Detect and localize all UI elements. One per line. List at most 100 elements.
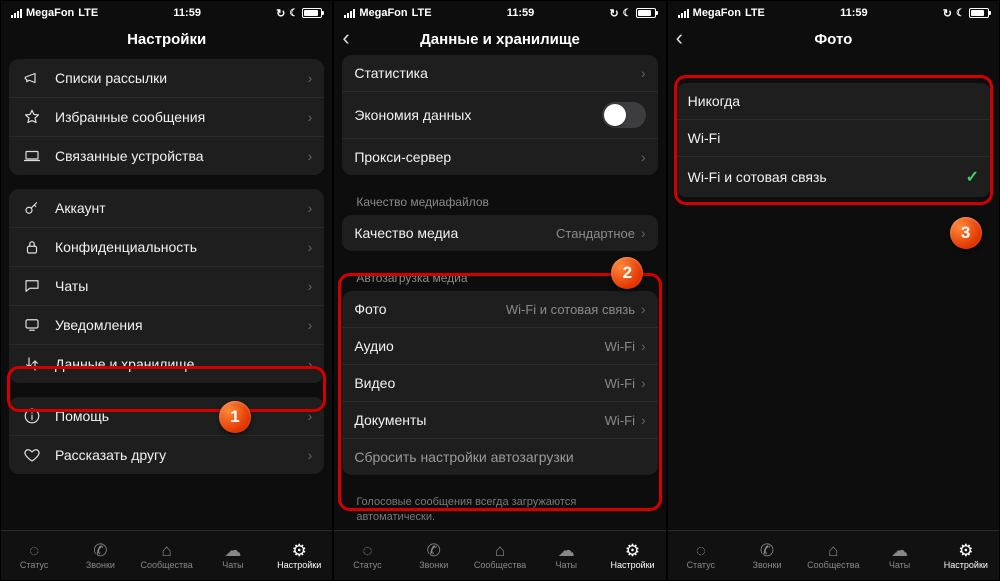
battery-icon bbox=[302, 8, 322, 18]
bell-icon bbox=[21, 316, 43, 334]
row-notifications[interactable]: Уведомления › bbox=[9, 306, 324, 345]
row-tell-a-friend[interactable]: Рассказать другу › bbox=[9, 436, 324, 474]
row-value: Стандартное bbox=[556, 226, 635, 241]
tab-settings[interactable]: ⚙Настройки bbox=[933, 542, 999, 570]
chevron-right-icon: › bbox=[308, 317, 313, 333]
people-icon: ⌂ bbox=[162, 542, 172, 559]
row-media-quality[interactable]: Качество медиа Стандартное › bbox=[342, 215, 657, 251]
row-chats[interactable]: Чаты › bbox=[9, 267, 324, 306]
screen-settings: MegaFon LTE 11:59 ↻ ☾ Настройки Списки р… bbox=[1, 1, 332, 580]
row-low-data-mode[interactable]: Экономия данных bbox=[342, 92, 657, 139]
chevron-right-icon: › bbox=[308, 408, 313, 424]
row-broadcast-lists[interactable]: Списки рассылки › bbox=[9, 59, 324, 98]
people-icon: ⌂ bbox=[828, 542, 838, 559]
row-data-storage[interactable]: Данные и хранилище › bbox=[9, 345, 324, 383]
chevron-right-icon: › bbox=[641, 338, 646, 354]
options-group: Никогда Wi-Fi Wi-Fi и сотовая связь ✓ bbox=[676, 83, 991, 197]
data-group-network: Статистика › Экономия данных Прокси-серв… bbox=[342, 55, 657, 175]
row-auto-audio[interactable]: Аудио Wi-Fi › bbox=[342, 328, 657, 365]
row-account[interactable]: Аккаунт › bbox=[9, 189, 324, 228]
tab-communities[interactable]: ⌂Сообщества bbox=[800, 542, 866, 570]
back-button[interactable]: ‹ bbox=[676, 27, 683, 49]
row-proxy[interactable]: Прокси-сервер › bbox=[342, 139, 657, 175]
status-ring-icon: ◌ bbox=[29, 542, 39, 559]
row-linked-devices[interactable]: Связанные устройства › bbox=[9, 137, 324, 175]
row-reset-autodownload[interactable]: Сбросить настройки автозагрузки bbox=[342, 439, 657, 475]
data-group-media-quality: Качество медиа Стандартное › bbox=[342, 215, 657, 251]
screen-data-storage: MegaFon LTE 11:59 ↻ ☾ ‹ Данные и хранили… bbox=[334, 1, 665, 580]
tab-label: Настройки bbox=[277, 560, 321, 570]
row-auto-photo[interactable]: Фото Wi-Fi и сотовая связь › bbox=[342, 291, 657, 328]
tab-label: Чаты bbox=[556, 560, 577, 570]
row-help[interactable]: Помощь › bbox=[9, 397, 324, 436]
laptop-icon bbox=[21, 147, 43, 165]
toggle-switch[interactable] bbox=[602, 102, 646, 128]
tab-status[interactable]: ◌Статус bbox=[334, 542, 400, 570]
network-label: LTE bbox=[745, 7, 765, 19]
tab-bar: ◌Статус ✆Звонки ⌂Сообщества ☁Чаты ⚙Настр… bbox=[334, 530, 665, 580]
carrier-label: MegaFon bbox=[26, 7, 74, 19]
option-wifi[interactable]: Wi-Fi bbox=[676, 120, 991, 157]
network-label: LTE bbox=[412, 7, 432, 19]
option-label: Никогда bbox=[688, 93, 979, 109]
tab-label: Статус bbox=[353, 560, 381, 570]
chevron-right-icon: › bbox=[308, 200, 313, 216]
gear-icon: ⚙ bbox=[292, 542, 307, 559]
back-button[interactable]: ‹ bbox=[342, 27, 349, 49]
gear-icon: ⚙ bbox=[625, 542, 640, 559]
footnote-voice: Голосовые сообщения всегда загружаются а… bbox=[342, 489, 657, 530]
row-label: Фото bbox=[354, 301, 506, 317]
tab-calls[interactable]: ✆ Звонки bbox=[67, 542, 133, 570]
row-privacy[interactable]: Конфиденциальность › bbox=[9, 228, 324, 267]
row-label: Чаты bbox=[55, 278, 308, 294]
phone-icon: ✆ bbox=[760, 542, 774, 559]
status-ring-icon: ◌ bbox=[696, 542, 706, 559]
tab-status[interactable]: ◌Статус bbox=[668, 542, 734, 570]
row-auto-video[interactable]: Видео Wi-Fi › bbox=[342, 365, 657, 402]
settings-group-lists: Списки рассылки › Избранные сообщения › … bbox=[9, 59, 324, 175]
section-header-autodownload: Автозагрузка медиа bbox=[342, 265, 657, 291]
status-bar: MegaFon LTE 11:59 ↻ ☾ bbox=[668, 1, 999, 23]
page-title: Данные и хранилище bbox=[420, 31, 580, 48]
tab-communities[interactable]: ⌂ Сообщества bbox=[134, 542, 200, 570]
dnd-moon-icon: ☾ bbox=[956, 8, 965, 19]
row-value: Wi-Fi bbox=[605, 413, 635, 428]
tab-label: Сообщества bbox=[807, 560, 859, 570]
row-label: Связанные устройства bbox=[55, 148, 308, 164]
status-bar: MegaFon LTE 11:59 ↻ ☾ bbox=[1, 1, 332, 23]
settings-group-help: Помощь › Рассказать другу › bbox=[9, 397, 324, 474]
tab-settings[interactable]: ⚙Настройки bbox=[599, 542, 665, 570]
tab-communities[interactable]: ⌂Сообщества bbox=[467, 542, 533, 570]
orientation-lock-icon: ↻ bbox=[276, 7, 285, 20]
row-auto-documents[interactable]: Документы Wi-Fi › bbox=[342, 402, 657, 439]
tab-calls[interactable]: ✆Звонки bbox=[401, 542, 467, 570]
tab-chats[interactable]: ☁Чаты bbox=[866, 542, 932, 570]
row-value: Wi-Fi bbox=[605, 339, 635, 354]
tab-chats[interactable]: ☁Чаты bbox=[533, 542, 599, 570]
tab-label: Звонки bbox=[86, 560, 115, 570]
tab-settings[interactable]: ⚙ Настройки bbox=[266, 542, 332, 570]
chevron-right-icon: › bbox=[308, 447, 313, 463]
row-value: Wi-Fi bbox=[605, 376, 635, 391]
signal-bars-icon bbox=[344, 8, 355, 18]
clock-label: 11:59 bbox=[173, 7, 201, 19]
option-wifi-cellular[interactable]: Wi-Fi и сотовая связь ✓ bbox=[676, 157, 991, 197]
tab-calls[interactable]: ✆Звонки bbox=[734, 542, 800, 570]
tab-bar: ◌Статус ✆Звонки ⌂Сообщества ☁Чаты ⚙Настр… bbox=[668, 530, 999, 580]
carrier-label: MegaFon bbox=[359, 7, 407, 19]
row-statistics[interactable]: Статистика › bbox=[342, 55, 657, 92]
row-label: Статистика bbox=[354, 65, 641, 81]
tab-chats[interactable]: ☁ Чаты bbox=[200, 542, 266, 570]
tab-label: Статус bbox=[20, 560, 48, 570]
row-starred-messages[interactable]: Избранные сообщения › bbox=[9, 98, 324, 137]
status-ring-icon: ◌ bbox=[362, 542, 372, 559]
tab-status[interactable]: ◌ Статус bbox=[1, 542, 67, 570]
dnd-moon-icon: ☾ bbox=[289, 8, 298, 19]
chevron-right-icon: › bbox=[308, 70, 313, 86]
gear-icon: ⚙ bbox=[958, 542, 973, 559]
section-header-media-quality: Качество медиафайлов bbox=[342, 189, 657, 215]
lock-icon bbox=[21, 238, 43, 256]
option-never[interactable]: Никогда bbox=[676, 83, 991, 120]
row-value: Wi-Fi и сотовая связь bbox=[506, 302, 635, 317]
nav-bar: Настройки bbox=[1, 23, 332, 55]
